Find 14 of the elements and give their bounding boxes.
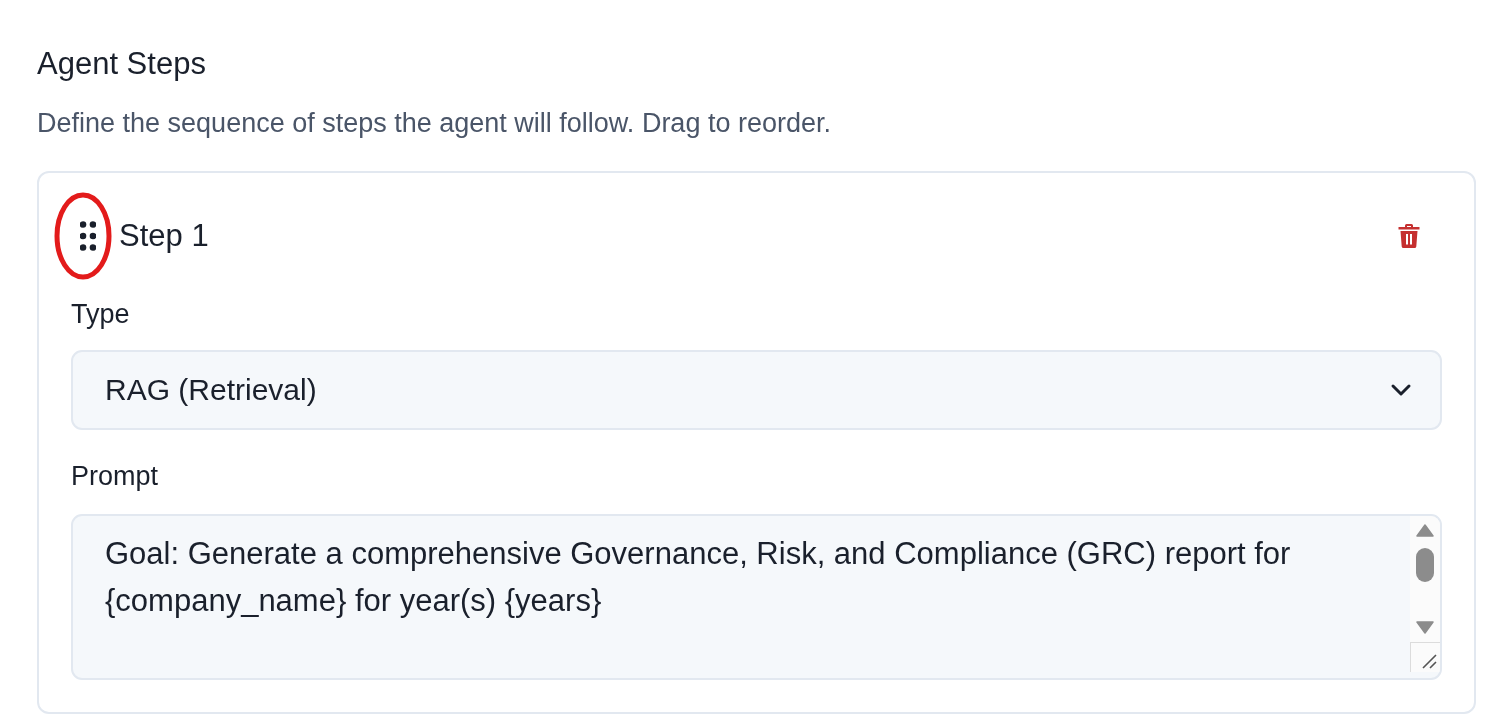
type-select[interactable]: RAG (Retrieval) [71,350,1442,430]
scroll-down-icon[interactable] [1416,620,1434,634]
drag-handle-icon[interactable] [80,221,96,251]
field-label: Prompt [71,460,159,492]
scroll-up-icon[interactable] [1416,524,1434,538]
section-title: Agent Steps [37,46,206,82]
step-title: Step 1 [119,218,209,254]
resize-grip-icon[interactable] [1421,653,1437,669]
field-label: Type [71,298,130,330]
chevron-down-icon [1390,383,1412,397]
trash-icon [1397,223,1421,249]
section-description: Define the sequence of steps the agent will follow. Drag to reorder. [37,107,831,139]
scrollbar[interactable] [1410,516,1440,642]
scrollbar-thumb[interactable] [1416,548,1434,582]
